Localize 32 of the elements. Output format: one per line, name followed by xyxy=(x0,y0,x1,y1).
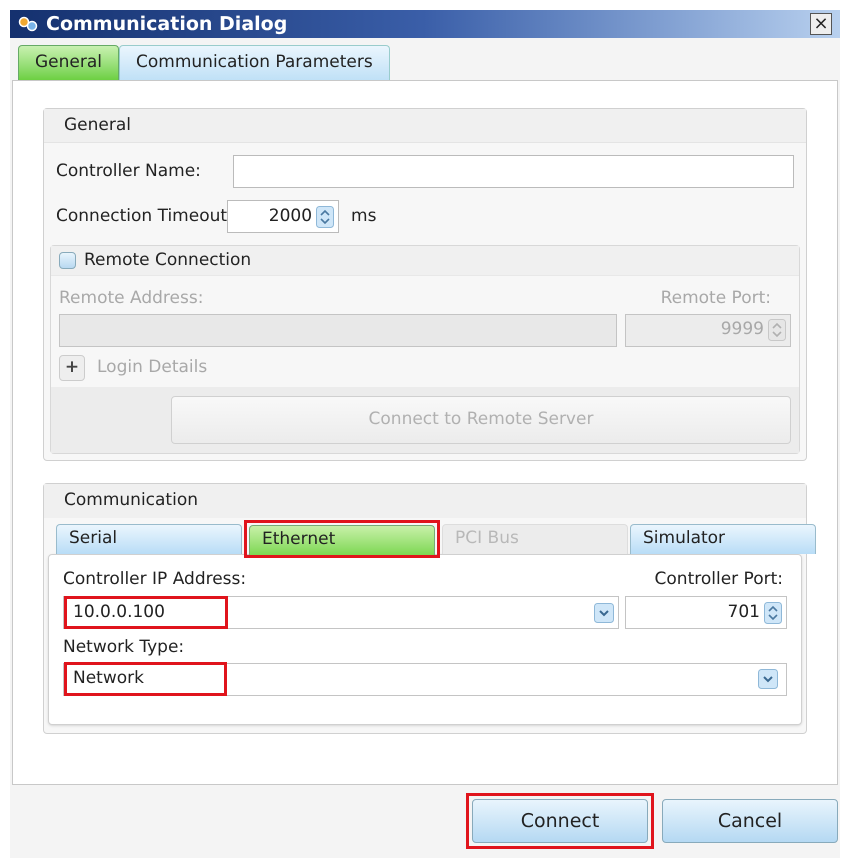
tab[interactable]: General xyxy=(18,45,119,80)
tab[interactable]: Communication Parameters xyxy=(119,45,390,80)
field-label: Network Type: xyxy=(63,637,184,657)
combo-value: Network xyxy=(73,667,144,690)
tab[interactable]: Ethernet xyxy=(249,524,435,554)
expander-label: Login Details xyxy=(97,356,208,379)
spin-box[interactable]: 701 xyxy=(625,596,787,629)
combo-value: 10.0.0.100 xyxy=(73,600,165,624)
tab[interactable]: Serial xyxy=(56,524,242,554)
window-title: Communication Dialog xyxy=(46,12,288,37)
gears-icon xyxy=(18,16,38,32)
group-title: General xyxy=(64,114,131,137)
input-field[interactable] xyxy=(232,155,794,188)
tab[interactable]: Simulator xyxy=(630,524,816,554)
close-button[interactable]: × xyxy=(810,13,832,35)
dialog-button[interactable]: Cancel xyxy=(662,799,838,843)
field-label: Remote Port: xyxy=(660,287,771,310)
field-label: Connection Timeout xyxy=(56,204,228,228)
field-label: Remote Address: xyxy=(59,287,204,310)
group-title: Communication xyxy=(64,488,198,512)
dialog-button[interactable]: Connect xyxy=(472,799,648,843)
spin-box[interactable]: 2000 xyxy=(227,200,340,233)
field-label: Controller IP Address: xyxy=(63,568,246,590)
checkbox-label: Remote Connection xyxy=(84,248,252,272)
spinner-arrows-icon[interactable] xyxy=(316,206,334,228)
checkbox[interactable] xyxy=(59,252,76,269)
field-label: Controller Port: xyxy=(654,568,783,590)
field-label: Controller Name: xyxy=(56,160,201,183)
combo-box[interactable]: Network xyxy=(63,662,787,696)
spinner-arrows-icon[interactable] xyxy=(764,602,782,624)
unit-label: ms xyxy=(351,204,376,228)
combo-box[interactable]: 10.0.0.100 xyxy=(63,596,619,629)
